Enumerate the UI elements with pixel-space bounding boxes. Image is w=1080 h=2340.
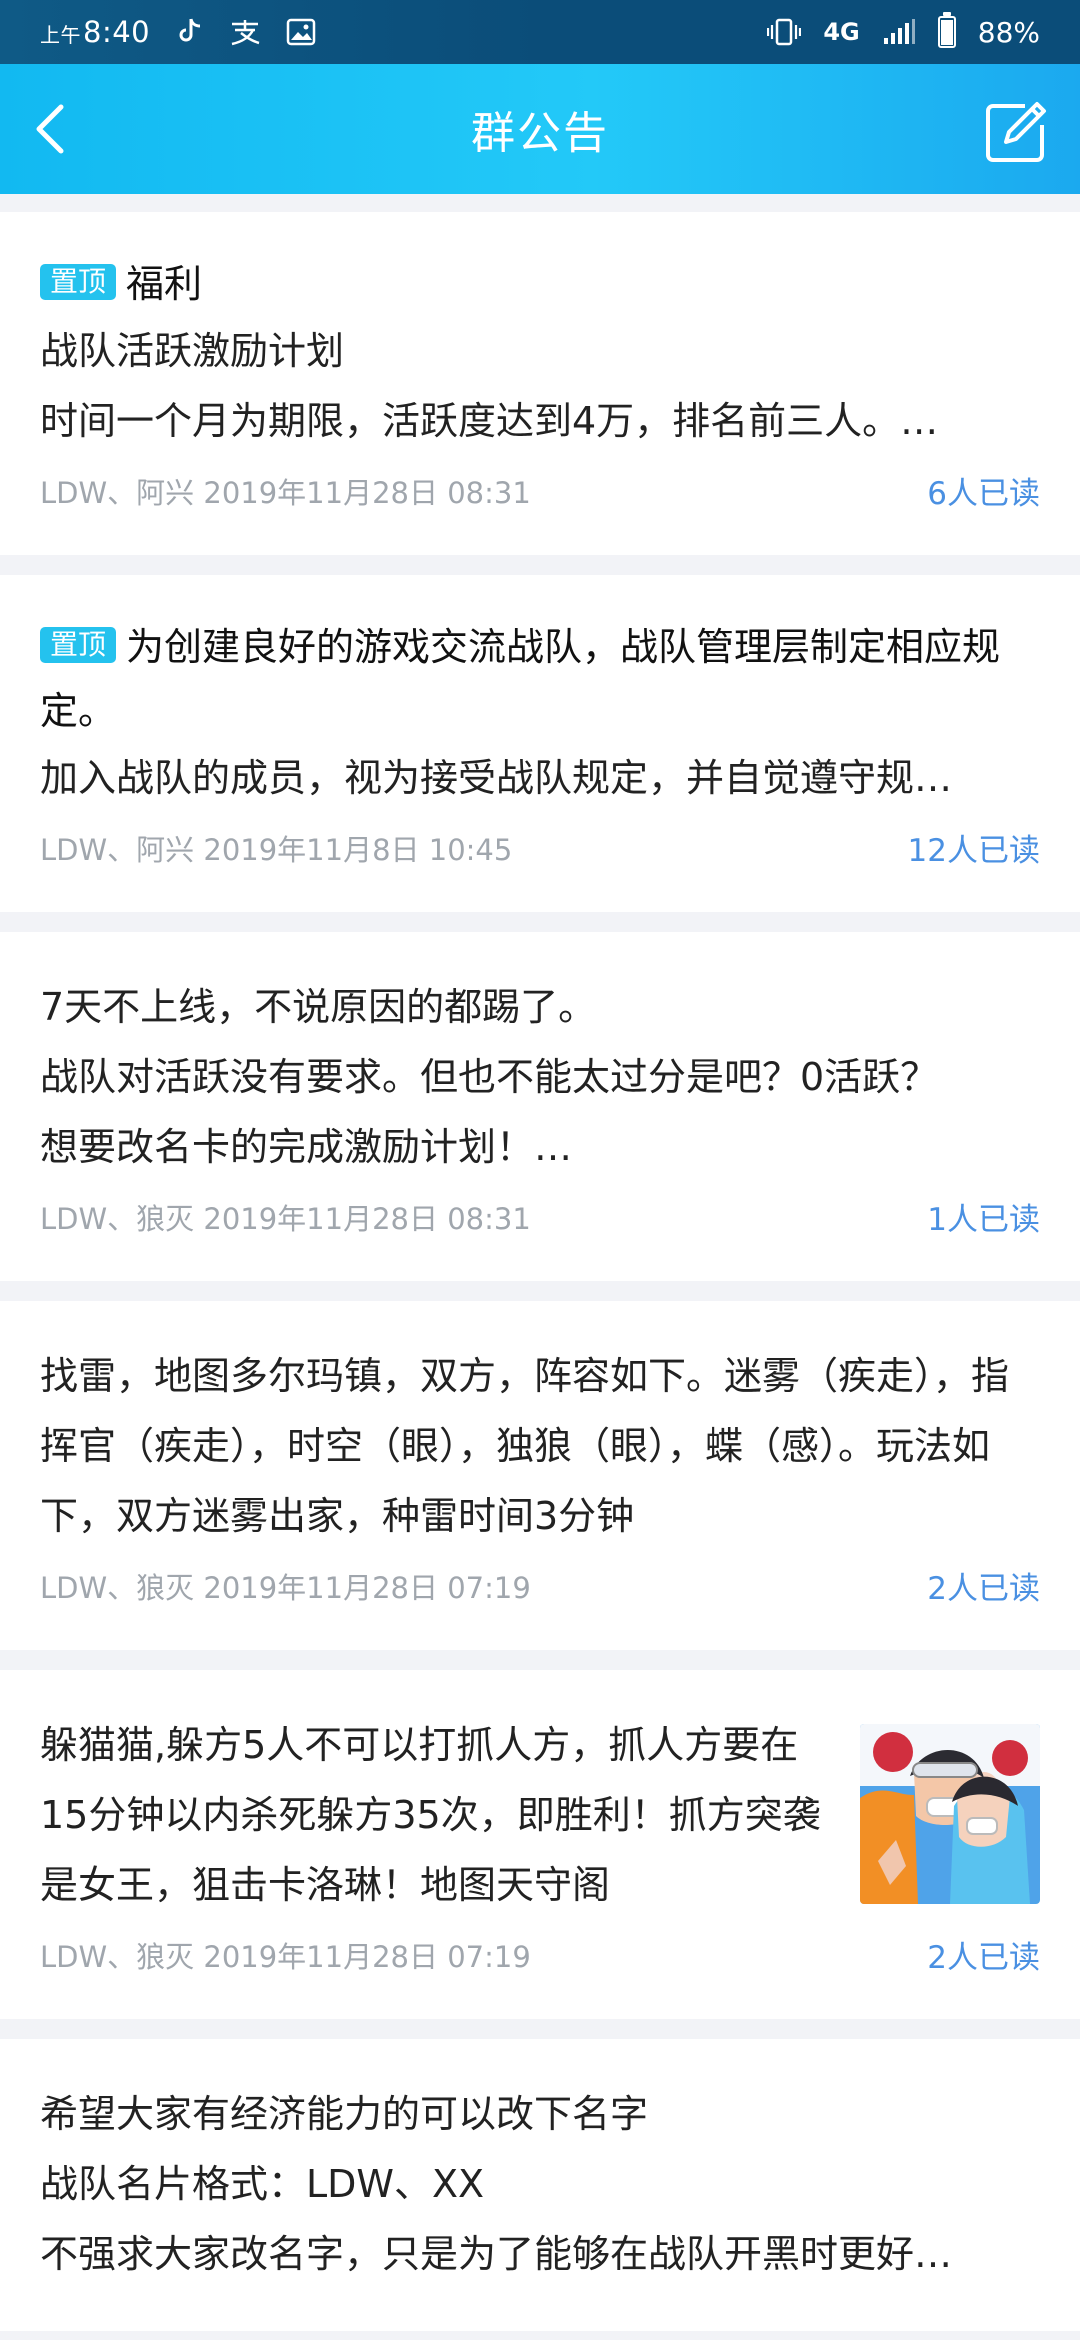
announcement-line: 不强求大家改名字，只是为了能够在战队开黑时更好… (40, 2232, 953, 2276)
announcement-meta: LDW、狼灭 2019年11月28日 07:19 2人已读 (40, 1932, 1040, 1977)
author-time: LDW、阿兴 2019年11月8日 10:45 (40, 832, 513, 867)
announcement-line: 战队名片格式：LDW、XX (40, 2162, 485, 2206)
gallery-icon (284, 15, 318, 49)
top-bar: 群公告 (0, 64, 1080, 194)
announcement-line: 希望大家有经济能力的可以改下名字 (40, 2092, 649, 2136)
read-count[interactable]: 2人已读 (927, 1563, 1040, 1608)
announcement-line: 想要改名卡的完成激励计划！… (40, 1125, 573, 1169)
announcement-line: 时间一个月为期限，活跃度达到4万，排名前三人。… (40, 399, 939, 443)
read-count[interactable]: 1人已读 (927, 1194, 1040, 1239)
network-type: 4G (823, 18, 860, 46)
announcement-meta: LDW、狼灭 2019年11月28日 08:31 1人已读 (40, 1194, 1040, 1239)
announcement-line: 战队对活跃没有要求。但也不能太过分是吧？0活跃？ (40, 1055, 939, 1099)
status-time: 上午8:40 (40, 15, 150, 49)
announcement-card[interactable]: 置顶 为创建良好的游戏交流战队，战队管理层制定相应规定。 加入战队的成员，视为接受… (0, 575, 1080, 912)
author-time: LDW、狼灭 2019年11月28日 07:19 (40, 1939, 531, 1974)
announcement-body: 躲猫猫,躲方5人不可以打抓人方，抓人方要在15分钟以内杀死躲方35次，即胜利！抓… (40, 1710, 1040, 1920)
page-title: 群公告 (471, 108, 609, 159)
status-bar: 上午8:40 4G 88% (0, 0, 1080, 64)
announcement-title: 置顶 为创建良好的游戏交流战队，战队管理层制定相应规定。 (40, 615, 1040, 743)
pinned-badge: 置顶 (40, 264, 117, 300)
pinned-badge: 置顶 (40, 627, 117, 663)
announcement-title-text: 为创建良好的游戏交流战队，战队管理层制定相应规定。 (40, 625, 1001, 733)
author-time: LDW、狼灭 2019年11月28日 08:31 (40, 1201, 531, 1236)
signal-icon (882, 15, 916, 49)
announcement-line: 战队活跃激励计划 (40, 329, 345, 373)
edit-icon (986, 102, 1046, 162)
announcement-card[interactable]: 7天不上线，不说原因的都踢了。 战队对活跃没有要求。但也不能太过分是吧？0活跃？… (0, 932, 1080, 1281)
read-count[interactable]: 2人已读 (927, 1932, 1040, 1977)
announcement-card[interactable]: 置顶 福利 战队活跃激励计划 时间一个月为期限，活跃度达到4万，排名前三人。… L… (0, 212, 1080, 555)
announcement-title: 置顶 福利 (40, 252, 1040, 316)
battery-level (940, 20, 953, 45)
back-button[interactable] (24, 100, 76, 158)
announcement-title-text: 福利 (126, 262, 203, 306)
announcement-meta: LDW、狼灭 2019年11月28日 07:19 2人已读 (40, 1563, 1040, 1608)
battery-percent: 88% (977, 15, 1040, 49)
chevron-left-icon (36, 104, 64, 154)
announcement-list: 置顶 福利 战队活跃激励计划 时间一个月为期限，活跃度达到4万，排名前三人。… L… (0, 194, 1080, 2331)
anime-couple-image[interactable] (860, 1724, 1040, 1904)
status-time-prefix: 上午 (40, 23, 81, 47)
tiktok-icon (172, 15, 206, 49)
announcement-line: 加入战队的成员，视为接受战队规定，并自觉遵守规… (40, 756, 953, 800)
announcement-meta: LDW、阿兴 2019年11月8日 10:45 12人已读 (40, 825, 1040, 870)
announcement-card[interactable]: 希望大家有经济能力的可以改下名字 战队名片格式：LDW、XX 不强求大家改名字，… (0, 2039, 1080, 2331)
announcement-text-wrap: 躲猫猫,躲方5人不可以打抓人方，抓人方要在15分钟以内杀死躲方35次，即胜利！抓… (40, 1710, 836, 1920)
announcement-text: 找雷，地图多尔玛镇，双方，阵容如下。迷雾（疾走），指挥官（疾走），时空（眼），独… (40, 1354, 1010, 1538)
author-time: LDW、阿兴 2019年11月28日 08:31 (40, 475, 531, 510)
alipay-icon (228, 15, 262, 49)
announcement-text: 躲猫猫,躲方5人不可以打抓人方，抓人方要在15分钟以内杀死躲方35次，即胜利！抓… (40, 1723, 821, 1907)
read-count[interactable]: 12人已读 (908, 825, 1040, 870)
author-time: LDW、狼灭 2019年11月28日 07:19 (40, 1570, 531, 1605)
status-right: 4G 88% (767, 12, 1040, 49)
read-count[interactable]: 6人已读 (927, 468, 1040, 513)
vibration-icon (767, 15, 802, 49)
battery-icon (937, 12, 956, 48)
announcement-line: 7天不上线，不说原因的都踢了。 (40, 985, 597, 1029)
status-time-value: 8:40 (83, 15, 151, 49)
announcement-card[interactable]: 找雷，地图多尔玛镇，双方，阵容如下。迷雾（疾走），指挥官（疾走），时空（眼），独… (0, 1301, 1080, 1650)
status-left: 上午8:40 (40, 15, 318, 49)
edit-button[interactable] (978, 94, 1054, 170)
announcement-card[interactable]: 躲猫猫,躲方5人不可以打抓人方，抓人方要在15分钟以内杀死躲方35次，即胜利！抓… (0, 1670, 1080, 2019)
announcement-meta: LDW、阿兴 2019年11月28日 08:31 6人已读 (40, 468, 1040, 513)
